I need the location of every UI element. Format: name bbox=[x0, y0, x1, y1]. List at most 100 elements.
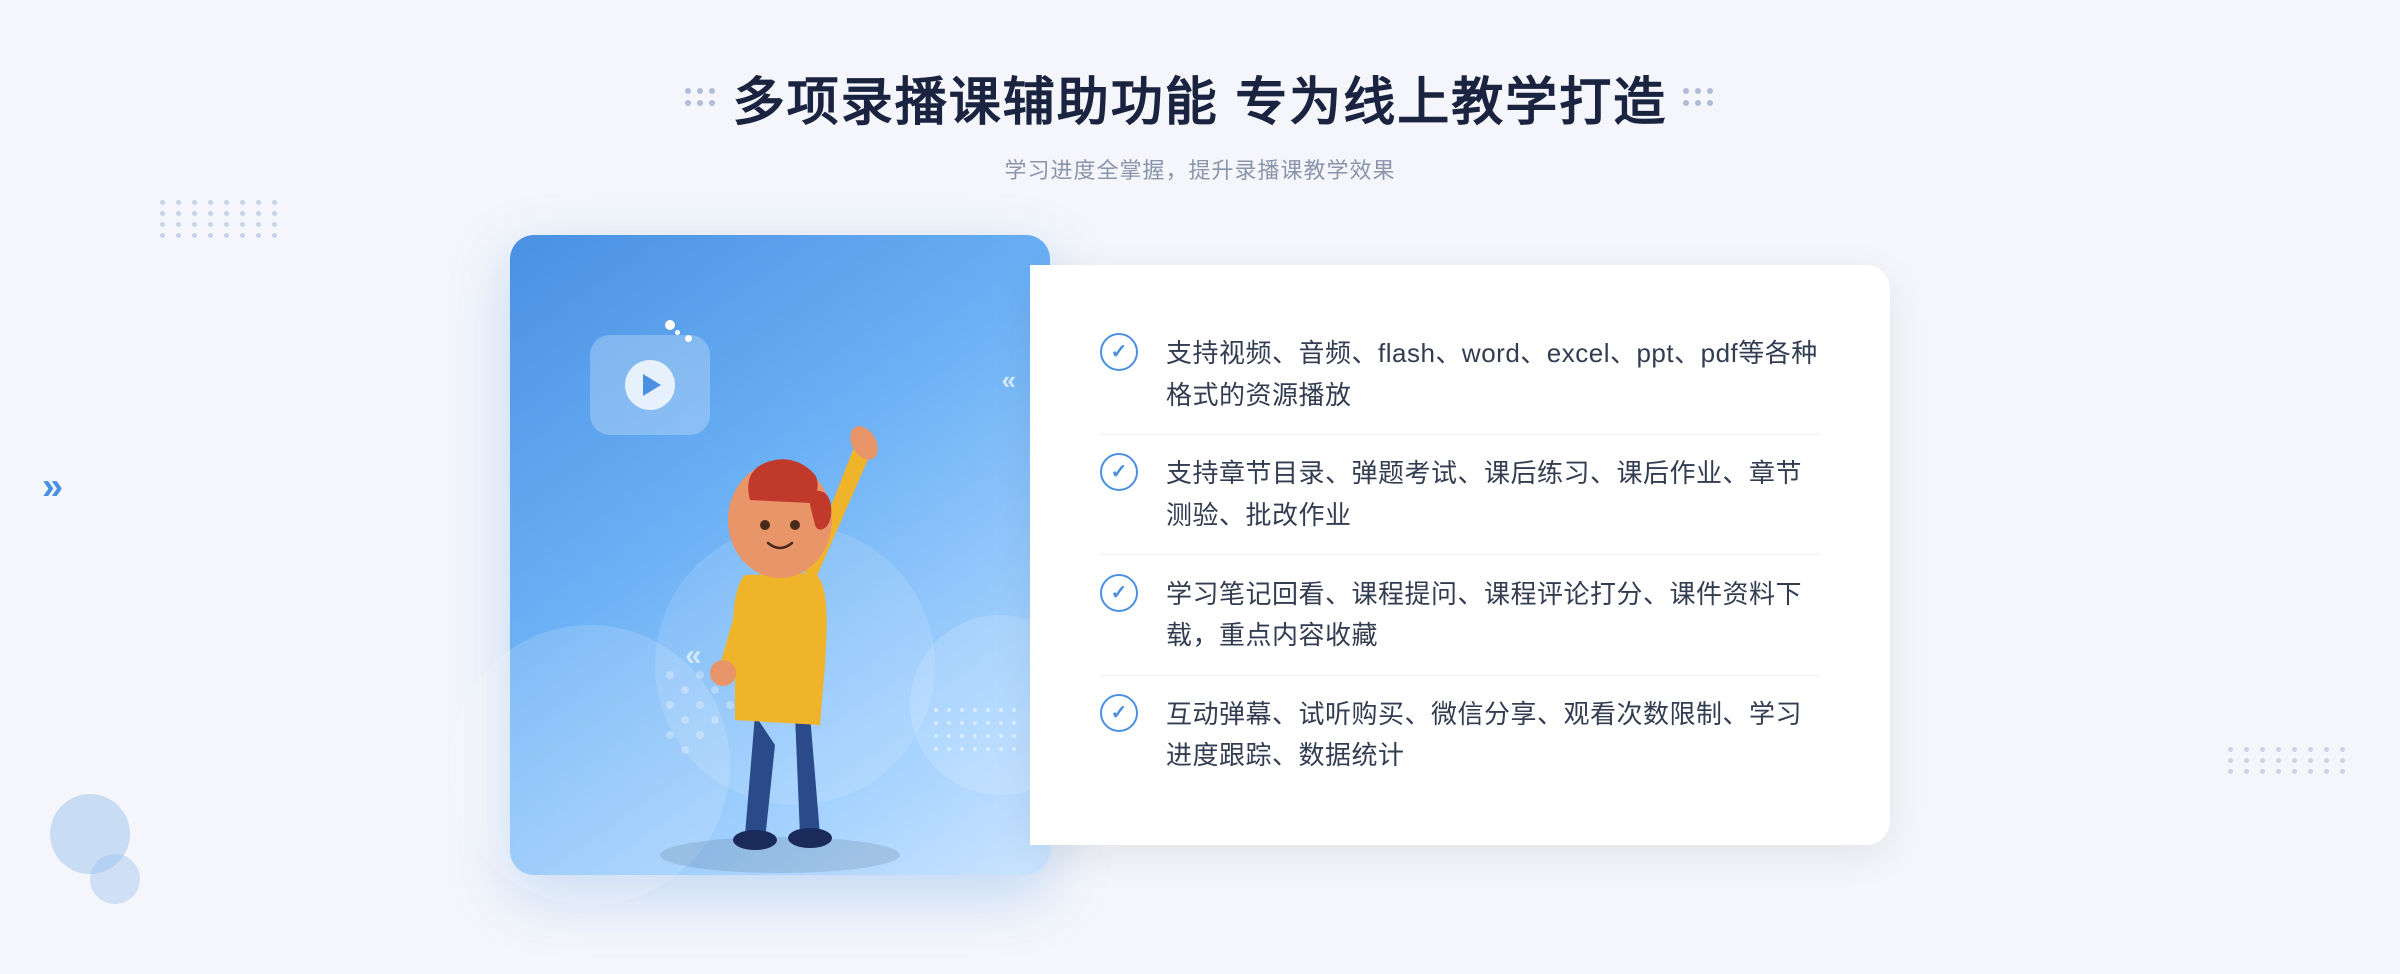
decorative-dot bbox=[1695, 100, 1701, 106]
dot bbox=[256, 222, 261, 227]
check-mark-3: ✓ bbox=[1111, 583, 1128, 603]
dot bbox=[176, 211, 181, 216]
dot bbox=[2340, 747, 2345, 752]
main-title: 多项录播课辅助功能 专为线上教学打造 bbox=[733, 60, 1667, 135]
dot bbox=[2324, 769, 2329, 774]
check-mark-4: ✓ bbox=[1111, 703, 1128, 723]
decorative-dot bbox=[697, 100, 703, 106]
dot bbox=[272, 222, 277, 227]
feature-item-1: ✓ 支持视频、音频、flash、word、excel、ppt、pdf等各种格式的… bbox=[1100, 315, 1820, 435]
info-card: ✓ 支持视频、音频、flash、word、excel、ppt、pdf等各种格式的… bbox=[1030, 265, 1890, 845]
lines-decoration: « bbox=[1002, 365, 1010, 396]
decorative-dot bbox=[1707, 88, 1713, 94]
illu-dot bbox=[986, 747, 990, 751]
dot-grid-decoration-left bbox=[160, 200, 282, 238]
decorative-dot bbox=[709, 100, 715, 106]
check-icon-1: ✓ bbox=[1100, 333, 1138, 371]
dot bbox=[192, 233, 197, 238]
dot bbox=[224, 222, 229, 227]
figure-illustration: « bbox=[590, 325, 970, 875]
illu-dot bbox=[1012, 708, 1016, 712]
illu-dot bbox=[999, 734, 1003, 738]
feature-text-2: 支持章节目录、弹题考试、课后练习、课后作业、章节测验、批改作业 bbox=[1166, 453, 1820, 536]
illu-dot bbox=[973, 747, 977, 751]
illu-dot bbox=[986, 721, 990, 725]
decorative-dot bbox=[685, 100, 691, 106]
illu-dot bbox=[986, 734, 990, 738]
dot bbox=[160, 233, 165, 238]
left-arrow-icon[interactable]: » bbox=[42, 466, 63, 509]
dot bbox=[2340, 758, 2345, 763]
dot bbox=[256, 211, 261, 216]
decorative-dot bbox=[1695, 88, 1701, 94]
dot bbox=[160, 200, 165, 205]
dot bbox=[2228, 747, 2233, 752]
dot bbox=[160, 222, 165, 227]
dot bbox=[256, 200, 261, 205]
dot bbox=[2244, 747, 2249, 752]
decorative-dot bbox=[709, 88, 715, 94]
illu-dot bbox=[973, 721, 977, 725]
illu-dot bbox=[973, 708, 977, 712]
dot bbox=[240, 233, 245, 238]
check-mark-1: ✓ bbox=[1111, 342, 1128, 362]
dot bbox=[2340, 769, 2345, 774]
check-icon-2: ✓ bbox=[1100, 453, 1138, 491]
dot bbox=[240, 211, 245, 216]
feature-item-3: ✓ 学习笔记回看、课程提问、课程评论打分、课件资料下载，重点内容收藏 bbox=[1100, 556, 1820, 676]
decorative-dot bbox=[1707, 100, 1713, 106]
dot bbox=[208, 233, 213, 238]
header-section: 多项录播课辅助功能 专为线上教学打造 学习进度全掌握，提升录播课教学效果 bbox=[685, 60, 1715, 185]
illu-dot bbox=[986, 708, 990, 712]
check-icon-4: ✓ bbox=[1100, 694, 1138, 732]
dot bbox=[208, 200, 213, 205]
dot bbox=[272, 233, 277, 238]
check-mark-2: ✓ bbox=[1111, 462, 1128, 482]
dot bbox=[2276, 758, 2281, 763]
illu-dot bbox=[1012, 721, 1016, 725]
decorative-dot bbox=[1683, 88, 1689, 94]
dot bbox=[224, 233, 229, 238]
feature-text-4: 互动弹幕、试听购买、微信分享、观看次数限制、学习进度跟踪、数据统计 bbox=[1166, 694, 1820, 777]
dot bbox=[2260, 769, 2265, 774]
illustration-card: « bbox=[510, 235, 1050, 875]
dot bbox=[240, 222, 245, 227]
dot bbox=[208, 222, 213, 227]
decorative-dots-right bbox=[1683, 88, 1715, 108]
illu-dot bbox=[973, 734, 977, 738]
feature-text-3: 学习笔记回看、课程提问、课程评论打分、课件资料下载，重点内容收藏 bbox=[1166, 574, 1820, 657]
dot bbox=[2276, 747, 2281, 752]
illu-dot bbox=[1012, 734, 1016, 738]
feature-item-4: ✓ 互动弹幕、试听购买、微信分享、观看次数限制、学习进度跟踪、数据统计 bbox=[1100, 676, 1820, 795]
dot bbox=[2308, 747, 2313, 752]
illu-dot bbox=[999, 721, 1003, 725]
dot bbox=[192, 222, 197, 227]
title-row: 多项录播课辅助功能 专为线上教学打造 bbox=[685, 60, 1715, 135]
dot bbox=[272, 200, 277, 205]
decorative-dot bbox=[697, 88, 703, 94]
dot bbox=[192, 200, 197, 205]
dot bbox=[192, 211, 197, 216]
dot bbox=[208, 211, 213, 216]
dot bbox=[2324, 758, 2329, 763]
feature-item-2: ✓ 支持章节目录、弹题考试、课后练习、课后作业、章节测验、批改作业 bbox=[1100, 435, 1820, 555]
dot bbox=[2308, 758, 2313, 763]
dot bbox=[240, 200, 245, 205]
feature-text-1: 支持视频、音频、flash、word、excel、ppt、pdf等各种格式的资源… bbox=[1166, 333, 1820, 416]
dot bbox=[176, 222, 181, 227]
figure-svg: « bbox=[590, 325, 970, 875]
illu-dot bbox=[1012, 747, 1016, 751]
deco-circle-blue-2 bbox=[90, 854, 140, 904]
illu-dot bbox=[999, 708, 1003, 712]
dot bbox=[2324, 747, 2329, 752]
dot bbox=[2260, 747, 2265, 752]
dot bbox=[2276, 769, 2281, 774]
decorative-dot bbox=[685, 88, 691, 94]
illu-dot bbox=[999, 747, 1003, 751]
dot bbox=[2292, 769, 2297, 774]
decorative-dots-left bbox=[685, 88, 717, 108]
dot bbox=[256, 233, 261, 238]
dot bbox=[176, 200, 181, 205]
dot bbox=[2292, 758, 2297, 763]
dot bbox=[176, 233, 181, 238]
